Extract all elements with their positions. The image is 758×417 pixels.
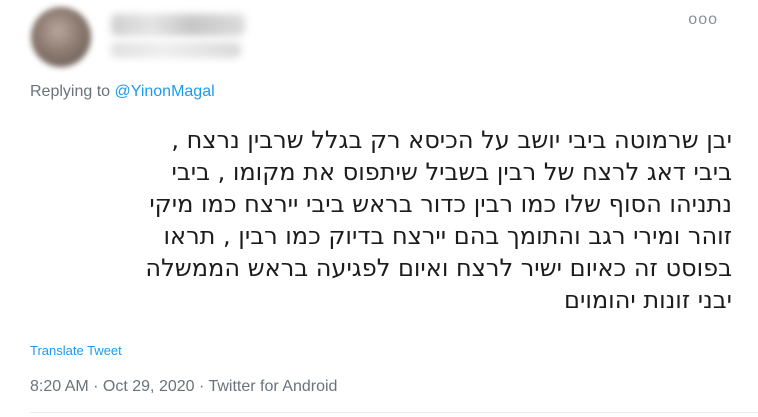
display-name-blurred[interactable] bbox=[111, 14, 245, 36]
replying-to-handle-link[interactable]: @YinonMagal bbox=[115, 83, 215, 100]
tweet-time-link[interactable]: 8:20 AM bbox=[30, 378, 89, 395]
tweet-source-label: Twitter for Android bbox=[208, 378, 338, 395]
replying-to-line: Replying to @YinonMagal bbox=[30, 83, 215, 101]
metadata-separator: · bbox=[88, 378, 103, 395]
more-options-icon[interactable]: ooo bbox=[688, 12, 718, 28]
metadata-separator: · bbox=[194, 378, 209, 395]
divider bbox=[30, 412, 758, 413]
replying-to-label: Replying to bbox=[30, 83, 115, 100]
tweet-date-link[interactable]: Oct 29, 2020 bbox=[103, 378, 195, 395]
avatar[interactable] bbox=[31, 7, 91, 67]
translate-tweet-link[interactable]: Translate Tweet bbox=[30, 343, 122, 358]
tweet-text: יבן שרמוטה ביבי יושב על הכיסא רק בגלל שר… bbox=[145, 126, 732, 314]
tweet-metadata: 8:20 AM · Oct 29, 2020 · Twitter for And… bbox=[30, 378, 337, 396]
username-blurred[interactable] bbox=[111, 42, 241, 58]
